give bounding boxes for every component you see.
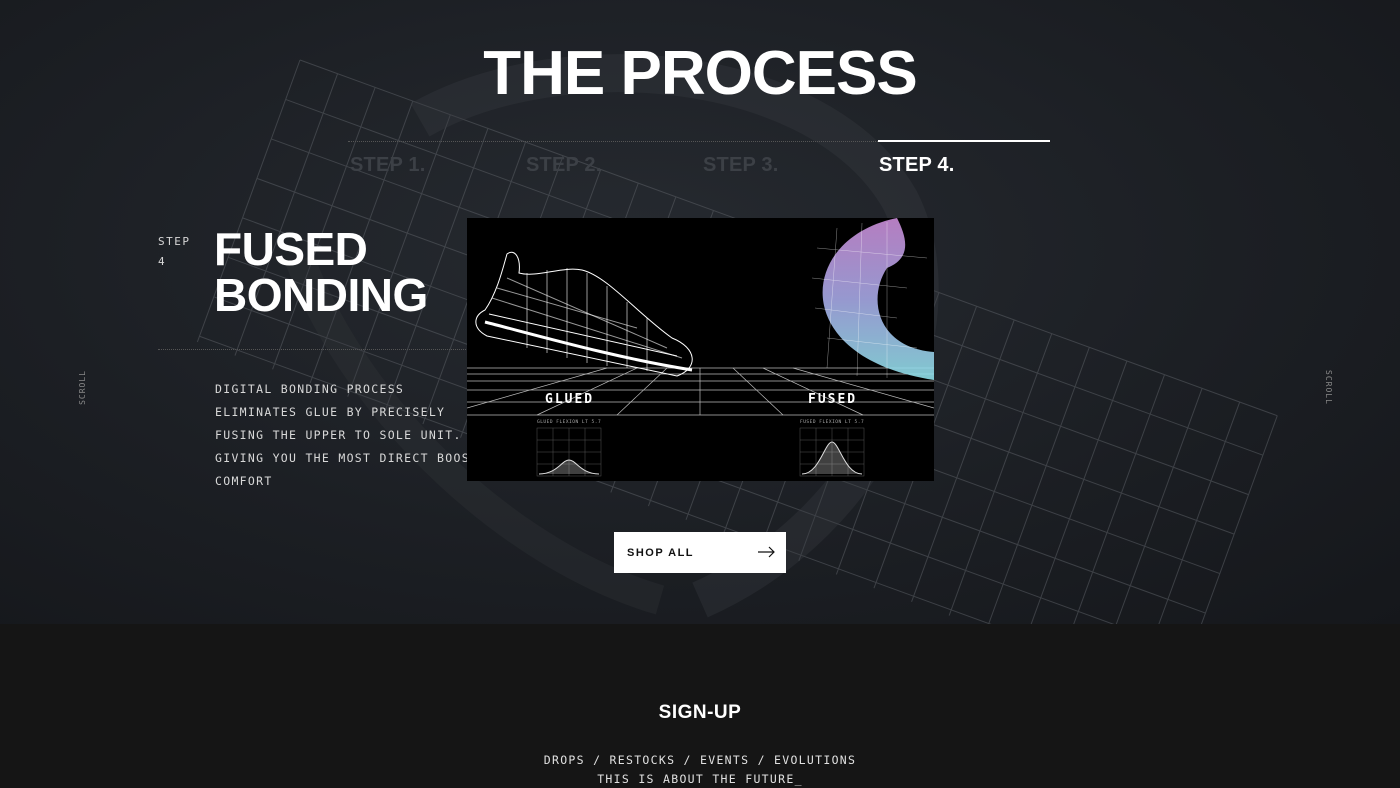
tab-step-2[interactable]: STEP 2. — [526, 154, 602, 177]
step-word: STEP — [158, 235, 191, 248]
step-heading-line-2: BONDING — [214, 269, 428, 321]
signup-section: SIGN-UP DROPS / RESTOCKS / EVENTS / EVOL… — [0, 624, 1400, 788]
fused-label: FUSED — [808, 392, 858, 407]
step-number-value: 4 — [158, 255, 167, 268]
step-description: DIGITAL BONDING PROCESS ELIMINATES GLUE … — [215, 382, 479, 488]
tab-step-4[interactable]: STEP 4. — [879, 154, 955, 177]
page-title: THE PROCESS — [483, 39, 917, 108]
signup-title: SIGN-UP — [658, 702, 742, 723]
shop-all-button[interactable]: SHOP ALL — [614, 532, 786, 573]
step-heading: FUSED BONDING — [214, 226, 428, 318]
comparison-media[interactable]: GLUED FUSED GLUED FLEXION LT 5.7 FUSED F… — [467, 218, 934, 481]
step-tabs-divider — [348, 141, 878, 142]
active-step-indicator — [878, 140, 1050, 142]
signup-subtagline: THIS IS ABOUT THE FUTURE_ — [597, 772, 803, 786]
shoe-wireframe-illustration — [467, 218, 934, 477]
scroll-indicator-right: SCROLL — [1324, 370, 1333, 405]
scroll-indicator-left: SCROLL — [78, 370, 87, 405]
tab-step-1[interactable]: STEP 1. — [350, 154, 426, 177]
step-heading-line-1: FUSED — [214, 223, 368, 275]
glued-label: GLUED — [545, 392, 595, 407]
signup-tagline: DROPS / RESTOCKS / EVENTS / EVOLUTIONS — [543, 753, 857, 767]
tab-step-3[interactable]: STEP 3. — [703, 154, 779, 177]
arrow-right-icon — [758, 546, 775, 558]
heading-divider — [158, 349, 488, 350]
step-number: STEP 4 — [158, 232, 191, 272]
glued-chart-label: GLUED FLEXION LT 5.7 — [537, 420, 602, 425]
process-section: THE PROCESS STEP 1. STEP 2. STEP 3. STEP… — [0, 0, 1400, 624]
shop-all-label: SHOP ALL — [627, 546, 695, 559]
step-tabs: STEP 1. STEP 2. STEP 3. STEP 4. — [348, 140, 1050, 180]
fused-chart-label: FUSED FLEXION LT 5.7 — [800, 420, 865, 425]
